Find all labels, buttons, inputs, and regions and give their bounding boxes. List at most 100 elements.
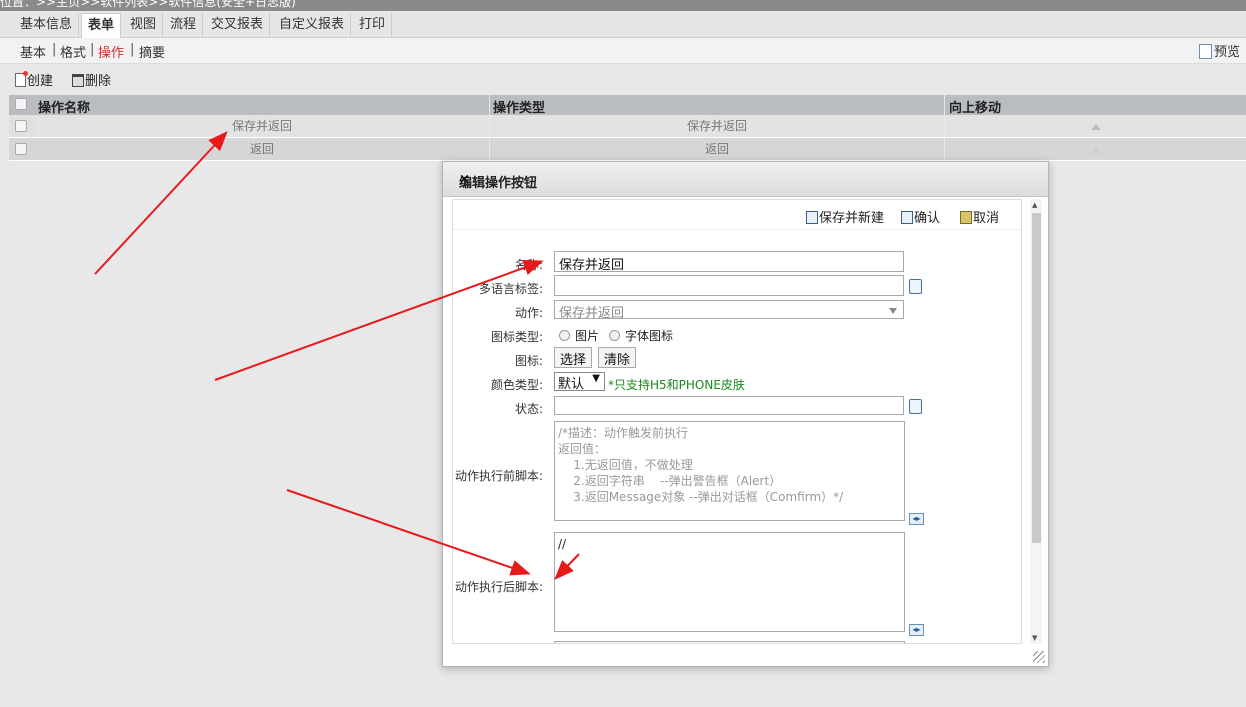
create-button[interactable]: 创建	[15, 70, 53, 89]
edit-icon[interactable]	[909, 279, 922, 294]
scroll-down-icon[interactable]: ▼	[1032, 634, 1037, 642]
grid-header: 操作名称 操作类型 向上移动	[9, 95, 1246, 116]
status-label: 状态:	[514, 402, 543, 416]
icon-type-font-label: 字体图标	[625, 329, 674, 343]
subnav-format[interactable]: 格式	[60, 42, 86, 61]
move-up-icon[interactable]	[1090, 147, 1101, 153]
after-script-textarea[interactable]: //	[554, 532, 905, 632]
expand-editor-icon[interactable]: ◂▸	[909, 513, 924, 525]
edit-icon[interactable]	[909, 399, 922, 414]
multilang-input[interactable]	[554, 275, 904, 296]
save-and-new-button[interactable]: 保存并新建	[806, 207, 884, 226]
move-up-cell	[945, 115, 1246, 137]
row-checkbox[interactable]	[15, 120, 27, 132]
main-tabs: 基本信息 表单 视图 流程 交叉报表 自定义报表 打印	[0, 11, 1246, 38]
icon-type-font-option[interactable]: 字体图标	[609, 327, 673, 344]
dialog-toolbar: 保存并新建 确认 取消	[453, 200, 1021, 230]
icon-type-label: 图标类型:	[490, 330, 543, 344]
delete-label: 删除	[85, 74, 112, 89]
before-script-label: 动作执行前脚本:	[454, 469, 543, 483]
radio-button[interactable]	[609, 330, 620, 341]
tab-print[interactable]: 打印	[353, 13, 393, 38]
operation-type-cell: 返回	[490, 138, 944, 160]
tab-basic-info[interactable]: 基本信息	[14, 13, 80, 38]
cancel-button[interactable]: 取消	[960, 207, 999, 226]
preview-button[interactable]: 预览	[1198, 41, 1240, 60]
multilang-label: 多语言标签:	[478, 282, 543, 296]
color-type-select[interactable]: 默认 ▼	[554, 372, 605, 392]
header-move-up: 向上移动	[949, 101, 1002, 116]
operations-grid: 操作名称 操作类型 向上移动 保存并返回 保存并返回 返回 返回	[9, 95, 1246, 161]
edit-operation-dialog: 编辑操作按钮 × 保存并新建 确认 取消 名称: 保存并返回 多语言标签: 动作…	[442, 161, 1049, 667]
scroll-thumb[interactable]	[1032, 213, 1041, 543]
operation-name-cell[interactable]: 返回	[35, 138, 489, 160]
subnav-separator: |	[90, 42, 95, 57]
header-operation-type: 操作类型	[493, 101, 546, 116]
color-hint: *只支持H5和PHONE皮肤	[608, 378, 745, 392]
tab-cross-report[interactable]: 交叉报表	[205, 13, 271, 38]
select-icon-button[interactable]: 选择	[554, 347, 593, 368]
column-divider	[944, 95, 945, 115]
color-type-label: 颜色类型:	[490, 378, 543, 392]
header-operation-name: 操作名称	[38, 101, 91, 116]
resize-handle-icon[interactable]	[1033, 651, 1045, 663]
close-icon[interactable]: ×	[459, 172, 1036, 187]
clear-icon-button[interactable]: 清除	[598, 347, 637, 368]
move-up-cell	[945, 138, 1246, 160]
table-row[interactable]: 保存并返回 保存并返回	[9, 115, 1246, 138]
action-select[interactable]: 保存并返回	[554, 300, 904, 321]
icon-label: 图标:	[514, 354, 543, 368]
before-script-textarea[interactable]: /*描述：动作触发前执行 返回值： 1.无返回值，不做处理 2.返回字符串 --…	[554, 421, 905, 521]
icon-type-image-label: 图片	[575, 329, 600, 343]
dropdown-arrow-icon: ▼	[592, 373, 600, 384]
operation-name-cell[interactable]: 保存并返回	[35, 115, 489, 137]
tab-view[interactable]: 视图	[124, 13, 164, 38]
select-all-checkbox[interactable]	[15, 98, 27, 110]
tab-flow[interactable]: 流程	[164, 13, 204, 38]
delete-button[interactable]: 删除	[72, 70, 111, 89]
create-label: 创建	[27, 74, 54, 89]
preview-label: 预览	[1213, 45, 1240, 60]
subnav-basic[interactable]: 基本	[20, 42, 46, 61]
move-up-icon[interactable]	[1090, 124, 1101, 130]
save-icon	[806, 211, 818, 224]
dialog-body: 保存并新建 确认 取消 名称: 保存并返回 多语言标签: 动作: 保存并返回 图…	[452, 199, 1022, 644]
icon-type-image-option[interactable]: 图片	[559, 327, 599, 344]
row-checkbox[interactable]	[15, 143, 27, 155]
name-input[interactable]: 保存并返回	[554, 251, 904, 273]
subnav-operation[interactable]: 操作	[98, 42, 124, 61]
save-icon	[901, 211, 913, 224]
breadcrumb-bar: 位置：>>主页>>软件列表>>软件信息(安全+日志版)	[0, 0, 1246, 11]
row-select-cell	[9, 138, 35, 160]
subnav-separator: |	[130, 42, 135, 57]
name-label: 名称:	[514, 258, 543, 272]
dialog-scrollbar[interactable]: ▲ ▼	[1030, 199, 1042, 644]
preview-icon	[1198, 44, 1212, 59]
status-input[interactable]	[554, 396, 904, 415]
tab-custom-report[interactable]: 自定义报表	[273, 13, 352, 38]
subnav-summary[interactable]: 摘要	[139, 42, 165, 61]
scroll-up-icon[interactable]: ▲	[1032, 201, 1037, 209]
after-script-label: 动作执行后脚本:	[454, 580, 543, 594]
operation-type-cell: 保存并返回	[490, 115, 944, 137]
color-type-value: 默认	[558, 377, 585, 392]
next-field[interactable]	[554, 641, 905, 643]
grid-toolbar: 创建 删除	[0, 65, 1246, 93]
confirm-button[interactable]: 确认	[901, 207, 940, 226]
save-and-new-label: 保存并新建	[819, 211, 885, 226]
trash-icon	[72, 74, 84, 87]
tab-form[interactable]: 表单	[81, 13, 122, 38]
row-select-cell	[9, 115, 35, 137]
breadcrumb: 位置：>>主页>>软件列表>>软件信息(安全+日志版)	[0, 0, 296, 9]
sub-navigation: 基本 | 格式 | 操作 | 摘要 预览	[0, 38, 1246, 64]
confirm-label: 确认	[914, 211, 941, 226]
table-row[interactable]: 返回 返回	[9, 138, 1246, 161]
column-divider	[489, 95, 490, 115]
subnav-separator: |	[52, 42, 57, 57]
dialog-titlebar[interactable]: 编辑操作按钮 ×	[443, 162, 1048, 197]
action-label: 动作:	[514, 306, 543, 320]
new-document-icon	[15, 71, 28, 87]
expand-editor-icon[interactable]: ◂▸	[909, 624, 924, 636]
exit-icon	[960, 211, 972, 224]
radio-button[interactable]	[559, 330, 570, 341]
